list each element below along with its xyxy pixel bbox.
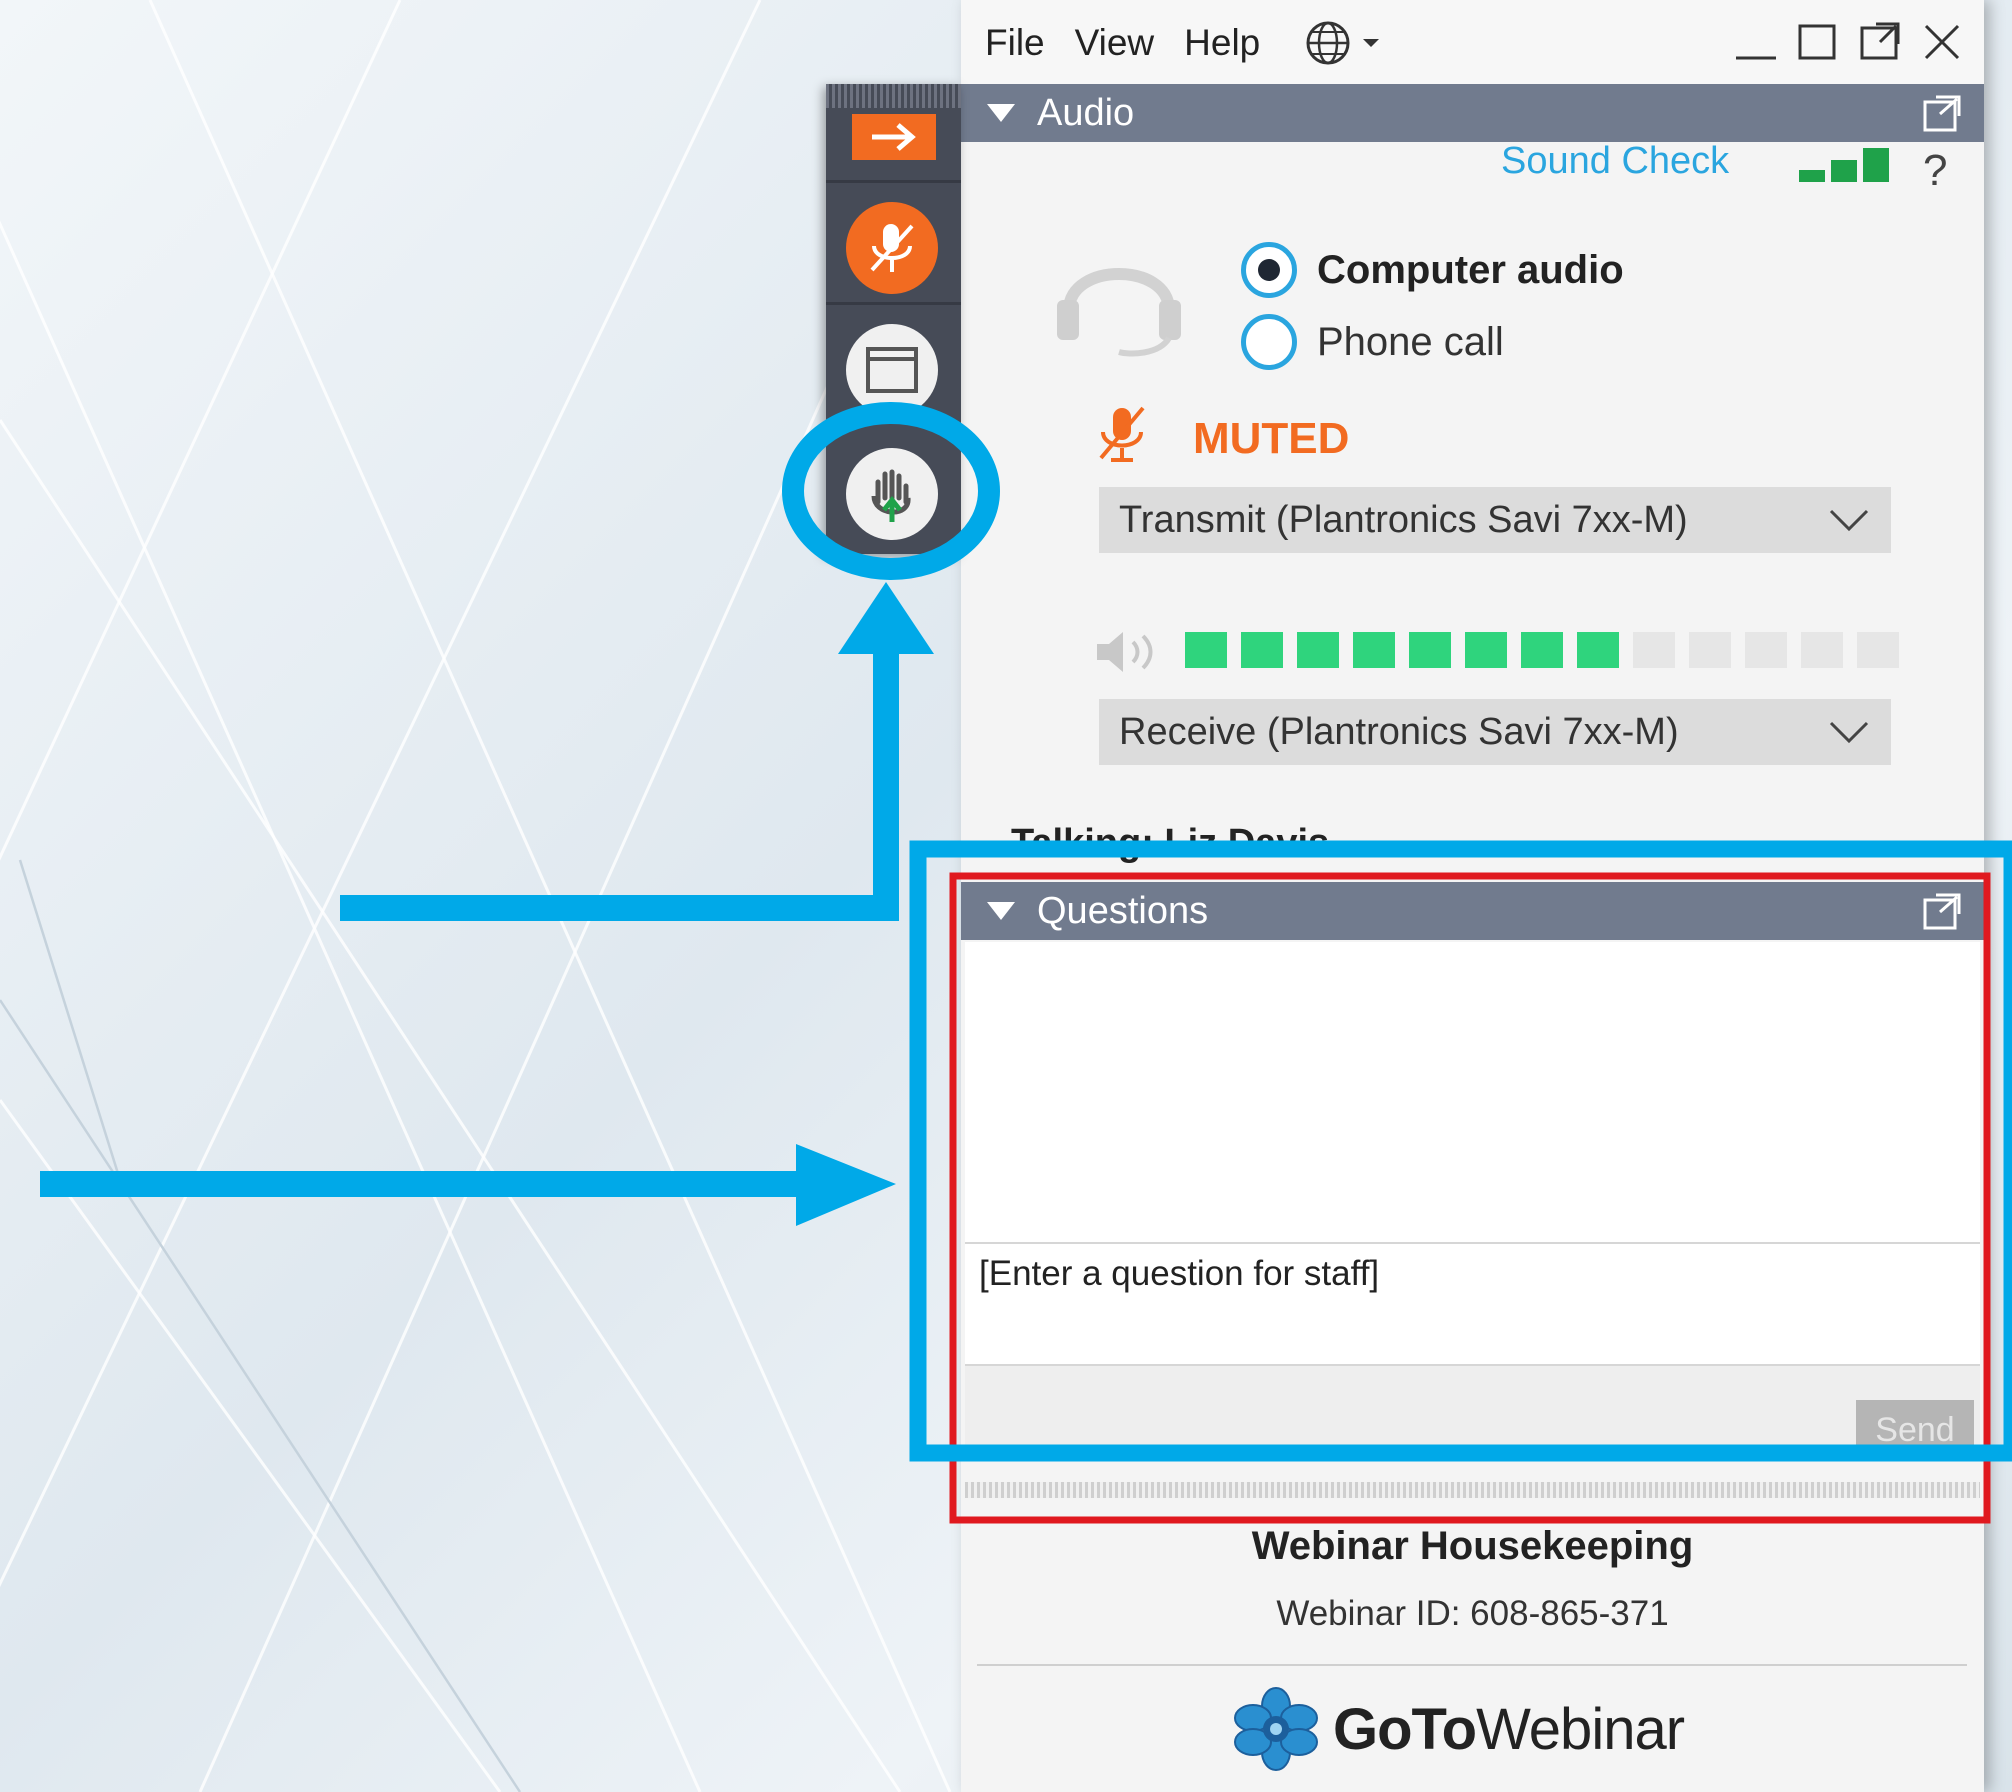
popout-icon [1860,22,1900,60]
signal-strength-icon [1799,148,1889,182]
chevron-down-icon [1829,509,1869,532]
speaker-icon [1097,632,1153,672]
mute-button[interactable] [846,202,938,294]
muted-status: MUTED [1193,414,1350,463]
volume-segment [1241,632,1283,668]
volume-meter [1185,632,1899,668]
transmit-device-value: Transmit (Plantronics Savi 7xx-M) [1119,498,1688,541]
send-button[interactable]: Send [1856,1400,1974,1460]
audio-header-label: Audio [1037,91,1135,134]
collapse-triangle-icon [987,104,1015,122]
popout-icon[interactable] [1922,892,1962,932]
talking-indicator: Talking: Liz Davis [1011,822,1330,864]
volume-segment [1689,632,1731,668]
popout-icon[interactable] [1922,94,1962,134]
menu-help[interactable]: Help [1184,22,1260,64]
brand-regular: Webinar [1476,1696,1685,1762]
chevron-down-icon [1829,721,1869,744]
gotowebinar-wordmark: GoToWebinar [1333,1696,1685,1763]
grab-tab-grip[interactable] [826,84,961,108]
headset-icon [1057,268,1181,357]
mute-microphone-icon [870,224,914,272]
webinar-id: Webinar ID: 608-865-371 [1276,1594,1669,1633]
chevron-down-icon [1363,39,1380,47]
minimize-button[interactable] [1732,18,1780,66]
computer-audio-option[interactable]: Computer audio [1241,242,1624,298]
radio-selected-dot [1258,259,1280,281]
grab-tab [826,84,961,554]
sound-check-link[interactable]: Sound Check [1501,140,1729,183]
window-controls [1732,18,1966,66]
raise-hand-button[interactable] [846,448,938,540]
phone-call-radio[interactable] [1241,314,1297,370]
volume-segment [1297,632,1339,668]
volume-segment [1857,632,1899,668]
screen-view-icon [866,347,918,393]
volume-segment [1801,632,1843,668]
computer-audio-radio[interactable] [1241,242,1297,298]
volume-segment [1633,632,1675,668]
receive-device-select[interactable]: Receive (Plantronics Savi 7xx-M) [1099,699,1891,765]
maximize-icon [1798,24,1836,60]
volume-segment [1465,632,1507,668]
menu-bar: File View Help [961,0,1984,86]
questions-header-label: Questions [1037,889,1209,932]
volume-segment [1745,632,1787,668]
computer-audio-label: Computer audio [1317,247,1624,292]
send-row: Send [965,1366,1980,1460]
questions-section-header[interactable]: Questions [961,882,1984,940]
menu-view[interactable]: View [1075,22,1155,64]
muted-microphone-icon[interactable] [1093,402,1153,466]
webinar-title: Webinar Housekeeping [1251,1524,1694,1568]
menu-file[interactable]: File [985,22,1045,64]
volume-segment [1409,632,1451,668]
audio-help-button[interactable]: ? [1923,146,1947,196]
resize-handle[interactable] [965,1482,1980,1498]
screen-view-button[interactable] [846,324,938,416]
close-button[interactable] [1918,18,1966,66]
gotowebinar-flower-icon [1234,1687,1318,1771]
close-icon [1924,24,1960,60]
receive-device-value: Receive (Plantronics Savi 7xx-M) [1119,710,1679,753]
tab-divider [826,302,961,305]
volume-segment [1521,632,1563,668]
collapse-panel-button[interactable] [852,114,936,160]
collapse-triangle-icon [987,902,1015,920]
minimize-icon [1736,56,1776,60]
volume-segment [1577,632,1619,668]
tab-divider [826,180,961,183]
volume-segment [1185,632,1227,668]
phone-call-option[interactable]: Phone call [1241,314,1504,370]
questions-log [965,942,1980,1242]
audio-section-header[interactable]: Audio [961,84,1984,142]
gotowebinar-logo: GoToWebinar [1233,1686,1685,1772]
phone-call-label: Phone call [1317,319,1504,364]
volume-segment [1353,632,1395,668]
language-menu[interactable] [1304,18,1382,68]
control-panel: File View Help Audio Sound Check ? Compu… [961,0,1984,1792]
transmit-device-select[interactable]: Transmit (Plantronics Savi 7xx-M) [1099,487,1891,553]
maximize-button[interactable] [1794,18,1842,66]
brand-bold: GoTo [1333,1696,1477,1762]
raise-hand-icon [871,469,911,522]
footer-divider [977,1664,1967,1666]
desktop-background: File View Help Audio Sound Check ? Compu… [0,0,2012,1792]
globe-icon [1306,21,1350,65]
popout-button[interactable] [1856,18,1904,66]
question-input[interactable]: [Enter a question for staff] [965,1242,1980,1366]
collapse-arrow-icon [872,123,916,151]
